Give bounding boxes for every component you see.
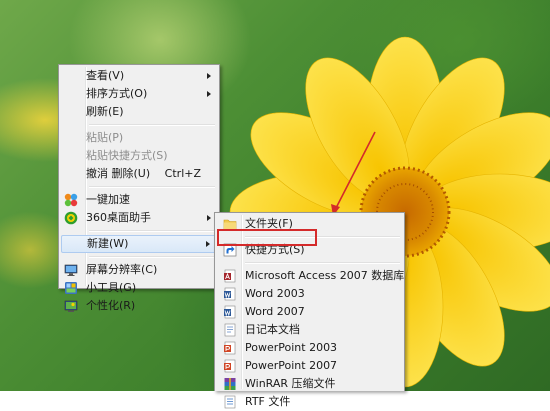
rtf-icon — [224, 395, 236, 409]
submenu-item-folder[interactable]: 文件夹(F) — [217, 215, 402, 233]
word-icon — [224, 287, 236, 301]
menu-item-new[interactable]: 新建(W) — [61, 235, 217, 253]
chevron-right-icon — [207, 73, 211, 79]
submenu-item-powerpoint-2003[interactable]: PowerPoint 2003 — [217, 339, 402, 357]
menu-separator — [245, 262, 400, 264]
menu-item-sort-by[interactable]: 排序方式(O) — [61, 85, 217, 103]
menu-item-personalize[interactable]: 个性化(R) — [61, 297, 217, 315]
word-icon — [224, 305, 236, 319]
menu-separator — [245, 236, 400, 238]
powerpoint-icon — [224, 341, 236, 355]
chevron-right-icon — [206, 241, 210, 247]
menu-item-paste-shortcut[interactable]: 粘贴快捷方式(S) — [61, 147, 217, 165]
menu-separator — [89, 186, 215, 188]
winrar-icon — [224, 378, 236, 390]
desktop-context-menu: 查看(V) 排序方式(O) 刷新(E) 粘贴(P) 粘贴快捷方式(S) 撤消 删… — [58, 64, 220, 312]
personalize-icon — [64, 300, 78, 312]
powerpoint-icon — [224, 359, 236, 373]
shortcut-text: Ctrl+Z — [164, 167, 201, 180]
submenu-item-rtf-file[interactable]: RTF 文件 — [217, 393, 402, 411]
shortcut-icon — [223, 243, 237, 257]
submenu-item-word-2003[interactable]: Word 2003 — [217, 285, 402, 303]
menu-item-undo-delete[interactable]: 撤消 删除(U) Ctrl+Z — [61, 165, 217, 183]
chevron-right-icon — [207, 91, 211, 97]
menu-item-gadgets[interactable]: 小工具(G) — [61, 279, 217, 297]
menu-item-refresh[interactable]: 刷新(E) — [61, 103, 217, 121]
monitor-icon — [64, 264, 78, 276]
submenu-item-access-database[interactable]: Microsoft Access 2007 数据库 — [217, 267, 404, 285]
menu-separator — [89, 230, 215, 232]
menu-separator — [89, 124, 215, 126]
chevron-right-icon — [207, 215, 211, 221]
journal-icon — [224, 323, 236, 337]
menu-item-speedup[interactable]: 一键加速 — [61, 191, 217, 209]
folder-icon — [223, 219, 237, 230]
desktop-helper-icon — [64, 211, 78, 225]
submenu-item-shortcut[interactable]: 快捷方式(S) — [217, 241, 402, 259]
menu-item-360-desktop-helper[interactable]: 360桌面助手 — [61, 209, 217, 227]
menu-item-screen-resolution[interactable]: 屏幕分辨率(C) — [61, 261, 217, 279]
menu-separator — [89, 256, 215, 258]
menu-item-paste[interactable]: 粘贴(P) — [61, 129, 217, 147]
submenu-item-word-2007[interactable]: Word 2007 — [217, 303, 402, 321]
speedup-icon — [64, 193, 78, 207]
menu-item-view[interactable]: 查看(V) — [61, 67, 217, 85]
gadgets-icon — [65, 282, 77, 294]
new-submenu: 文件夹(F) 快捷方式(S) Microsoft Access 2007 数据库… — [214, 212, 405, 409]
submenu-item-winrar-archive[interactable]: WinRAR 压缩文件 — [217, 375, 402, 393]
submenu-item-powerpoint-2007[interactable]: PowerPoint 2007 — [217, 357, 402, 375]
access-icon — [224, 269, 236, 283]
submenu-item-journal-document[interactable]: 日记本文档 — [217, 321, 402, 339]
